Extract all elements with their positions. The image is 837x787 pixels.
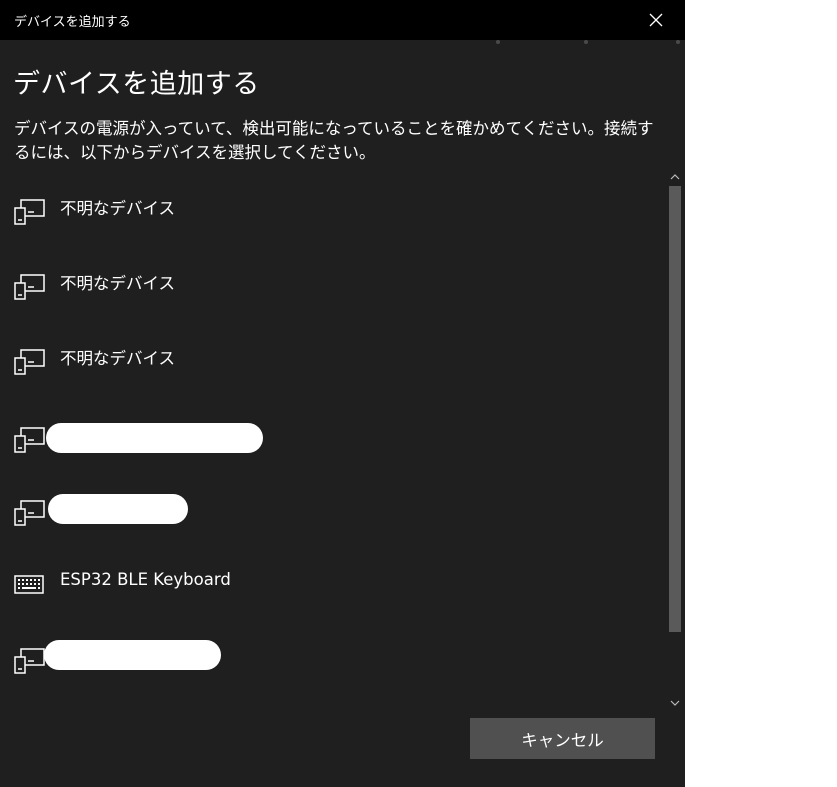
scroll-down-button[interactable] [666,696,684,710]
device-item[interactable] [0,422,660,482]
scroll-up-button[interactable] [666,170,684,184]
device-item[interactable]: 不明なデバイス [0,340,660,400]
device-name: 不明なデバイス [60,199,176,218]
window-title: デバイスを追加する [14,15,131,30]
redaction-mask [48,494,188,524]
device-name: ESP32 BLE Keyboard [60,570,231,589]
phone-monitor-icon [14,648,45,674]
phone-monitor-icon [14,349,45,375]
device-item[interactable]: 不明なデバイス [0,190,660,250]
close-icon [649,13,663,27]
title-bar[interactable]: デバイスを追加する [0,0,685,40]
phone-monitor-icon [14,427,45,453]
keyboard-icon [14,575,44,594]
device-name: 不明なデバイス [60,274,176,293]
device-item[interactable]: 不明なデバイス [0,265,660,325]
device-name: 不明なデバイス [60,349,176,368]
redaction-mask [44,640,221,670]
device-item[interactable] [0,639,660,699]
vertical-scrollbar[interactable] [666,170,684,710]
chevron-down-icon [670,700,680,706]
chevron-up-icon [670,174,680,180]
phone-monitor-icon [14,274,45,300]
phone-monitor-icon [14,199,45,225]
device-item[interactable]: ESP32 BLE Keyboard [0,565,660,625]
cancel-button[interactable]: キャンセル [470,718,655,759]
close-button[interactable] [635,0,677,40]
phone-monitor-icon [14,500,45,526]
loading-dot [496,40,500,44]
loading-dot [676,40,680,44]
scroll-thumb[interactable] [669,186,681,632]
loading-dot [584,40,588,44]
device-item[interactable] [0,494,660,554]
redaction-mask [46,423,263,453]
loading-dots [0,38,685,46]
device-list: 不明なデバイス 不明なデバイス 不明なデバイス ESP32 BLE Keyboa… [0,170,666,710]
instruction-text: デバイスの電源が入っていて、検出可能になっていることを確かめてください。接続する… [14,119,654,162]
page-title: デバイスを追加する [13,69,260,100]
add-device-dialog: デバイスを追加する デバイスを追加する デバイスの電源が入っていて、検出可能にな… [0,0,685,787]
